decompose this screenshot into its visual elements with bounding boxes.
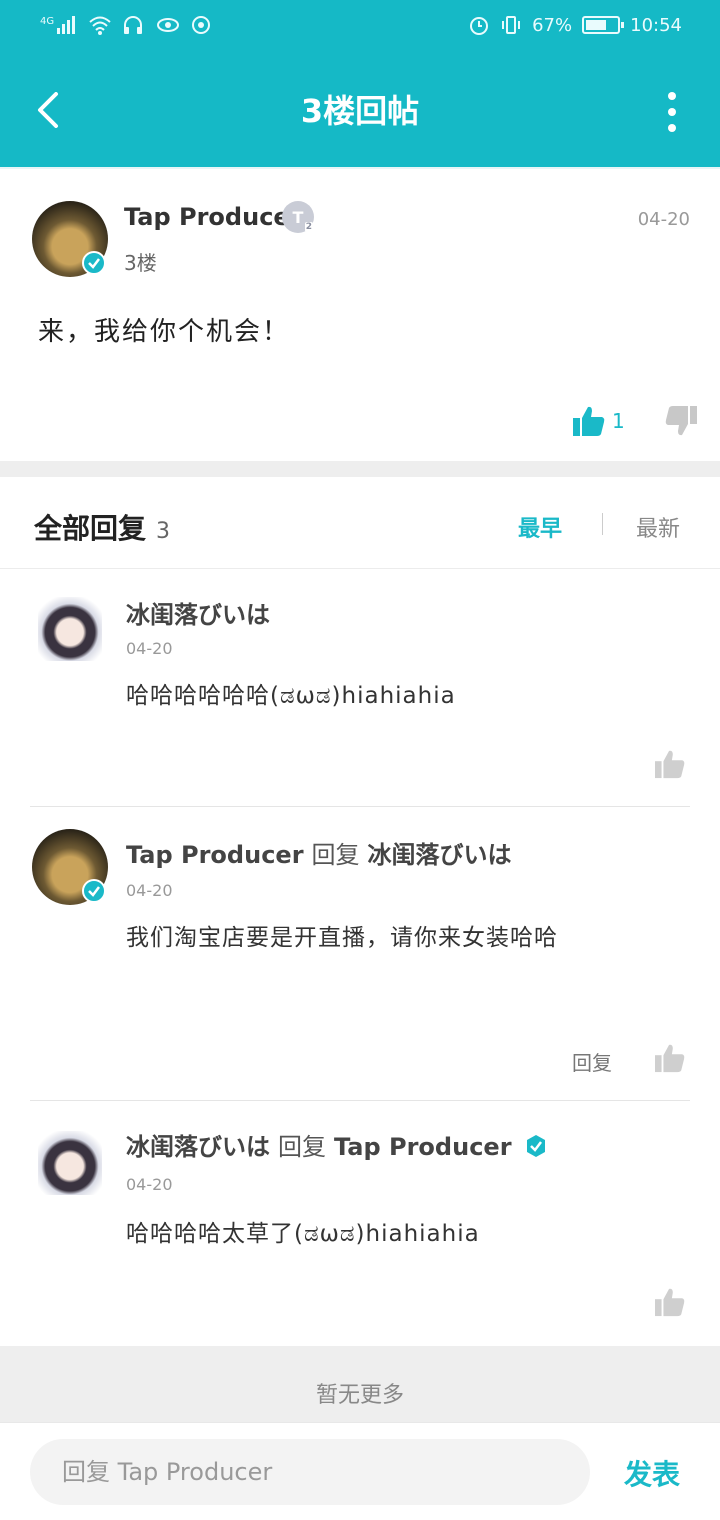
more-menu-button[interactable]	[660, 92, 684, 132]
status-time: 10:54	[630, 14, 682, 36]
section-separator	[0, 461, 720, 477]
reply-text: 哈哈哈哈太草了(ಡωಡ)hiahiahia	[126, 1221, 480, 1247]
reply-author[interactable]: 冰闺落びいは	[126, 595, 270, 630]
level-badge: T 2	[282, 201, 314, 233]
reply-text: 哈哈哈哈哈哈(ಡωಡ)hiahiahia	[126, 683, 456, 709]
post-author-name[interactable]: Tap Producer	[124, 203, 302, 231]
reply-input[interactable]	[30, 1439, 590, 1505]
reply-like-button[interactable]	[654, 1043, 686, 1077]
reply-to-name[interactable]: 冰闺落びいは	[368, 841, 512, 869]
main-post: Tap Producer T 2 3楼 04-20 来，我给你个机会！ 1	[0, 167, 720, 461]
thumbs-up-icon	[655, 750, 685, 779]
post-floor: 3楼	[124, 251, 157, 275]
post-date: 04-20	[637, 209, 690, 230]
replies-count: 3	[156, 519, 171, 544]
reply-date: 04-20	[126, 881, 173, 900]
reply-item: 冰闺落びいは 回复 Tap Producer 04-20 哈哈哈哈太草了(ಡωಡ)h…	[0, 1101, 720, 1346]
signal-icon: 4G	[40, 16, 76, 34]
wifi-icon	[88, 14, 111, 36]
reply-author-name: 冰闺落びいは	[126, 601, 270, 629]
reply-date: 04-20	[126, 1175, 173, 1194]
reply-author[interactable]: Tap Producer 回复 冰闺落びいは	[126, 835, 512, 870]
thumbs-down-icon	[665, 406, 697, 436]
thumbs-up-icon	[655, 1044, 685, 1073]
battery-percent: 67%	[532, 14, 573, 36]
reply-avatar[interactable]	[38, 597, 102, 661]
replies-title-text: 全部回复	[34, 512, 147, 545]
alarm-icon	[468, 14, 490, 36]
headphones-icon	[122, 14, 144, 36]
replies-title: 全部回复 3	[34, 507, 170, 547]
nav-bar: 3楼回帖	[0, 56, 720, 167]
reply-word: 回复	[311, 841, 360, 869]
reply-like-button[interactable]	[654, 749, 686, 783]
level-badge-letter: T	[292, 207, 304, 227]
reply-like-button[interactable]	[654, 1287, 686, 1321]
verified-badge-icon	[82, 251, 106, 275]
like-button[interactable]: 1	[572, 405, 625, 437]
verified-badge-icon	[82, 879, 106, 903]
verified-badge-icon	[526, 1135, 545, 1157]
reply-text: 我们淘宝店要是开直播，请你来女装哈哈	[126, 925, 558, 951]
network-type-label: 4G	[40, 16, 55, 27]
sort-latest-tab[interactable]: 最新	[636, 511, 680, 543]
page-title: 3楼回帖	[300, 92, 420, 130]
dislike-button[interactable]	[664, 405, 698, 441]
app-header: 4G 67% 10:54 3楼回帖	[0, 0, 720, 167]
level-badge-number: 2	[304, 222, 313, 232]
more-dot-icon	[668, 124, 676, 132]
sync-icon	[190, 14, 212, 36]
no-more-indicator: 暂无更多	[0, 1346, 720, 1422]
more-dot-icon	[668, 108, 676, 116]
vibrate-icon	[500, 14, 522, 36]
publish-button[interactable]: 发表	[624, 1453, 680, 1493]
eye-icon	[156, 14, 180, 36]
reply-item: 冰闺落びいは 04-20 哈哈哈哈哈哈(ಡωಡ)hiahiahia	[0, 569, 720, 807]
status-bar: 4G 67% 10:54	[0, 0, 720, 56]
battery-icon	[582, 16, 625, 34]
more-dot-icon	[668, 92, 676, 100]
reply-word: 回复	[278, 1133, 326, 1161]
reply-bar: 发表	[0, 1422, 720, 1520]
thumbs-up-icon	[655, 1288, 685, 1317]
battery-fill	[586, 20, 607, 30]
reply-to-name[interactable]: Tap Producer	[334, 1133, 512, 1161]
reply-avatar[interactable]	[38, 1131, 102, 1195]
sort-divider	[602, 513, 603, 535]
thumbs-up-icon	[573, 406, 605, 436]
reply-item: Tap Producer 回复 冰闺落びいは 04-20 我们淘宝店要是开直播，请你…	[0, 807, 720, 1101]
reply-author-name: 冰闺落びいは	[126, 1133, 270, 1161]
post-content: 来，我给你个机会！	[38, 317, 291, 347]
reply-action-button[interactable]: 回复	[572, 1047, 612, 1076]
reply-date: 04-20	[126, 639, 173, 658]
replies-header: 全部回复 3 最早 最新	[0, 477, 720, 569]
reply-author-name: Tap Producer	[126, 841, 304, 869]
sort-earliest-tab[interactable]: 最早	[518, 511, 562, 543]
like-count: 1	[612, 409, 625, 433]
reply-author[interactable]: 冰闺落びいは 回复 Tap Producer	[126, 1127, 548, 1162]
